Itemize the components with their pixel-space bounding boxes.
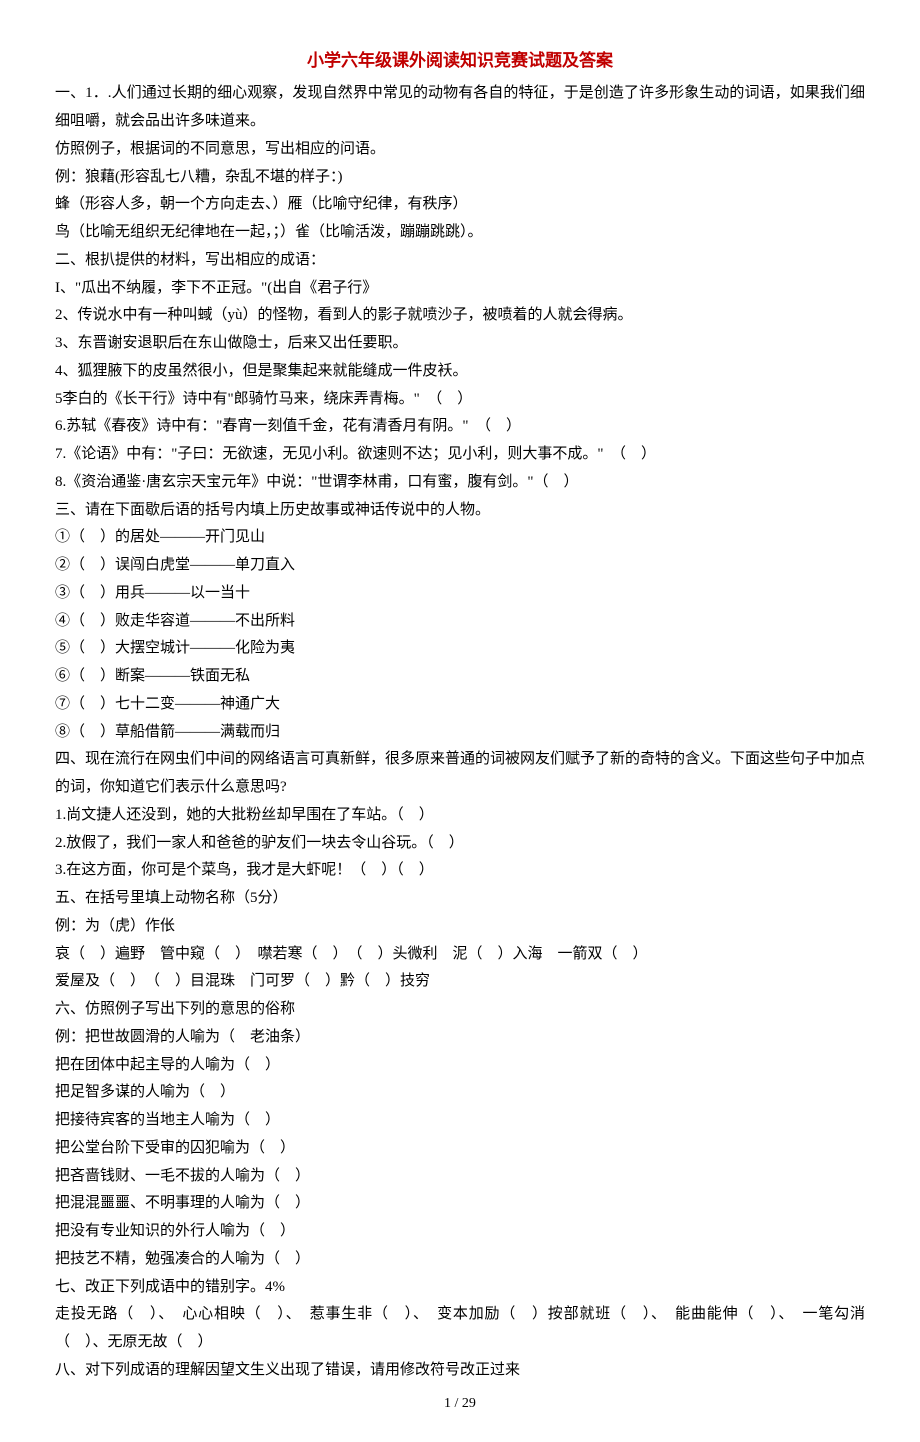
body-line: 把在团体中起主导的人喻为（ ） (55, 1052, 865, 1080)
body-line: 二、根扒提供的材料，写出相应的成语： (55, 247, 865, 275)
body-line: 8.《资治通鉴·唐玄宗天宝元年》中说："世谓李林甫，口有蜜，腹有剑。"（ ） (55, 469, 865, 497)
body-line: 5李白的《长干行》诗中有"郎骑竹马来，绕床弄青梅。" （ ） (55, 386, 865, 414)
body-line: ④（ ）败走华容道———不出所料 (55, 608, 865, 636)
body-line: 3、东晋谢安退职后在东山做隐士，后来又出任要职。 (55, 330, 865, 358)
body-line: ⑦（ ）七十二变———神通广大 (55, 691, 865, 719)
body-line: ⑧（ ）草船借箭———满载而归 (55, 719, 865, 747)
body-line: 把公堂台阶下受审的囚犯喻为（ ） (55, 1135, 865, 1163)
body-line: 4、狐狸腋下的皮虽然很小，但是聚集起来就能缝成一件皮袄。 (55, 358, 865, 386)
body-line: 蜂（形容人多，朝一个方向走去、）雁（比喻守纪律，有秩序） (55, 191, 865, 219)
body-line: 鸟（比喻无组织无纪律地在一起，；）雀（比喻活泼，蹦蹦跳跳）。 (55, 219, 865, 247)
body-line: 把足智多谋的人喻为（ ） (55, 1079, 865, 1107)
body-line: ②（ ）误闯白虎堂———单刀直入 (55, 552, 865, 580)
body-line: 爱屋及（ ） （ ）目混珠 门可罗（ ）黔（ ）技穷 (55, 968, 865, 996)
body-line: 五、在括号里填上动物名称（5分） (55, 885, 865, 913)
body-line: 七、改正下列成语中的错别字。4% (55, 1274, 865, 1302)
body-line: 6.苏轼《春夜》诗中有："春宵一刻值千金，花有清香月有阴。" （ ） (55, 413, 865, 441)
body-line: I、"瓜出不纳履，李下不正冠。"(出自《君子行》 (55, 275, 865, 303)
body-line: 7.《论语》中有："子曰：无欲速，无见小利。欲速则不达；见小利，则大事不成。" … (55, 441, 865, 469)
body-line: 三、请在下面歇后语的括号内填上历史故事或神话传说中的人物。 (55, 497, 865, 525)
body-line: 仿照例子，根据词的不同意思，写出相应的问语。 (55, 136, 865, 164)
body-line: 哀（ ）遍野 管中窥（ ） 噤若寒（ ） （ ）头微利 泥（ ）入海 一箭双（ … (55, 941, 865, 969)
page-number: 1 / 29 (55, 1391, 865, 1417)
body-line: 四、现在流行在网虫们中间的网络语言可真新鲜，很多原来普通的词被网友们赋予了新的奇… (55, 746, 865, 802)
body-line: ①（ ）的居处———开门见山 (55, 524, 865, 552)
body-line: 2、传说水中有一种叫蜮（yù）的怪物，看到人的影子就喷沙子，被喷着的人就会得病。 (55, 302, 865, 330)
body-line: 六、仿照例子写出下列的意思的俗称 (55, 996, 865, 1024)
body-line: 把混混噩噩、不明事理的人喻为（ ） (55, 1190, 865, 1218)
body-line: 一、1．.人们通过长期的细心观察，发现自然界中常见的动物有各自的特征，于是创造了… (55, 80, 865, 136)
body-line: 例：为（虎）作伥 (55, 913, 865, 941)
body-line: ⑤（ ）大摆空城计———化险为夷 (55, 635, 865, 663)
body-line: 例：狼藉(形容乱七八糟，杂乱不堪的样子：) (55, 164, 865, 192)
document-body: 一、1．.人们通过长期的细心观察，发现自然界中常见的动物有各自的特征，于是创造了… (55, 80, 865, 1384)
body-line: 把技艺不精，勉强凑合的人喻为（ ） (55, 1246, 865, 1274)
body-line: 八、对下列成语的理解因望文生义出现了错误，请用修改符号改正过来 (55, 1357, 865, 1385)
body-line: ③（ ）用兵———以一当十 (55, 580, 865, 608)
body-line: 走投无路（ ）、 心心相映（ ）、 惹事生非（ ）、 变本加励（ ）按部就班（ … (55, 1301, 865, 1357)
body-line: 1.尚文捷人还没到，她的大批粉丝却早围在了车站。（ ） (55, 802, 865, 830)
document-title: 小学六年级课外阅读知识竞赛试题及答案 (55, 45, 865, 76)
body-line: 3.在这方面，你可是个菜鸟，我才是大虾呢！（ ）（ ） (55, 857, 865, 885)
body-line: 把吝啬钱财、一毛不拔的人喻为（ ） (55, 1163, 865, 1191)
body-line: 把接待宾客的当地主人喻为（ ） (55, 1107, 865, 1135)
body-line: 把没有专业知识的外行人喻为（ ） (55, 1218, 865, 1246)
body-line: 例：把世故圆滑的人喻为（ 老油条） (55, 1024, 865, 1052)
body-line: ⑥（ ）断案———铁面无私 (55, 663, 865, 691)
body-line: 2.放假了，我们一家人和爸爸的驴友们一块去令山谷玩。（ ） (55, 830, 865, 858)
